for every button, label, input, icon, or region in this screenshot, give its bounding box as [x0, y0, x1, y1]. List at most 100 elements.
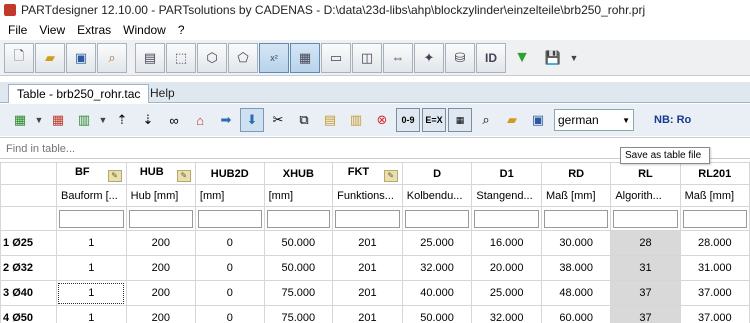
- table-cell[interactable]: 201: [332, 305, 403, 323]
- table-cell[interactable]: 20.000: [471, 255, 542, 281]
- cut-button[interactable]: ✂: [266, 108, 290, 132]
- table-cell[interactable]: 201: [332, 230, 403, 256]
- glasses-button[interactable]: ∞: [162, 108, 186, 132]
- row-header[interactable]: 4 Ø50: [0, 305, 57, 323]
- table-cell[interactable]: 0: [194, 280, 265, 306]
- table-row[interactable]: 4 Ø50 1 200 0 75.000 201 50.000 32.000 60.000 37 3…: [0, 305, 750, 323]
- table-cell[interactable]: 201: [332, 280, 403, 306]
- table-cell[interactable]: 0: [194, 230, 265, 256]
- table-cell[interactable]: 37: [610, 280, 681, 306]
- table-cell[interactable]: 200: [125, 255, 196, 281]
- table-cell[interactable]: 50.000: [263, 230, 334, 256]
- column-filter-input[interactable]: [544, 209, 609, 228]
- column-filter-input[interactable]: [58, 209, 124, 228]
- export-button[interactable]: 💾: [538, 43, 568, 73]
- table-row[interactable]: 1 Ø25 1 200 0 50.000 201 25.000 16.000 30.000 28 2…: [0, 230, 750, 256]
- column-filter-input[interactable]: [197, 209, 262, 228]
- insert-column-dropdown[interactable]: ▼: [98, 115, 108, 125]
- 2d-button[interactable]: ⬚: [166, 42, 196, 73]
- sketch-button[interactable]: ▤: [135, 42, 165, 73]
- table-cell[interactable]: 1: [55, 280, 127, 306]
- search-button[interactable]: ⌕: [97, 42, 127, 73]
- column-header-hub[interactable]: HUB ✎: [125, 162, 196, 185]
- table-cell[interactable]: 1: [55, 255, 127, 281]
- frame-button[interactable]: ◫: [352, 42, 382, 73]
- view-button[interactable]: ▭: [321, 42, 351, 73]
- open-table-button[interactable]: ▰: [500, 108, 524, 132]
- table-cell[interactable]: 25.000: [471, 280, 542, 306]
- table-cell[interactable]: 31.000: [679, 255, 750, 281]
- shape-button[interactable]: ⬠: [228, 42, 258, 73]
- insert-column-button[interactable]: ▥: [72, 108, 96, 132]
- language-select[interactable]: german ▼: [554, 109, 634, 131]
- green-triangle-button[interactable]: ▼: [507, 43, 537, 73]
- column-filter-input[interactable]: [335, 209, 400, 228]
- export-dropdown-arrow[interactable]: ▼: [569, 53, 579, 63]
- menu-extras[interactable]: Extras: [71, 23, 117, 37]
- table-cell[interactable]: 28: [610, 230, 681, 256]
- move-down-button[interactable]: ⇣: [136, 108, 160, 132]
- table-cell[interactable]: 16.000: [471, 230, 542, 256]
- table-cell[interactable]: 37: [610, 305, 681, 323]
- table-cell[interactable]: 40.000: [401, 280, 473, 306]
- 3d-button[interactable]: ⬡: [197, 42, 227, 73]
- table-cell[interactable]: 25.000: [401, 230, 473, 256]
- table-cell[interactable]: 37.000: [679, 280, 750, 306]
- table-cell[interactable]: 75.000: [263, 305, 334, 323]
- menu-help[interactable]: ?: [172, 23, 191, 37]
- open-folder-button[interactable]: ▰: [35, 42, 65, 73]
- pencil-icon[interactable]: ✎: [383, 169, 398, 182]
- column-header-d1[interactable]: D1: [471, 162, 542, 185]
- hierarchy-button[interactable]: ⌂: [188, 108, 212, 132]
- table-cell[interactable]: 50.000: [263, 255, 334, 281]
- table-cell[interactable]: 0: [194, 255, 265, 281]
- new-document-button[interactable]: 🗋: [4, 42, 34, 73]
- database-button[interactable]: ⛁: [445, 42, 475, 73]
- table-cell[interactable]: 37.000: [679, 305, 750, 323]
- pencil-icon[interactable]: ✎: [107, 169, 122, 182]
- row-header[interactable]: 1 Ø25: [0, 230, 57, 256]
- table-cell[interactable]: 200: [125, 280, 196, 306]
- insert-row-button[interactable]: ▦: [8, 108, 32, 132]
- column-header-hub2d[interactable]: HUB2D: [194, 162, 265, 185]
- table-button[interactable]: ▦: [290, 42, 320, 73]
- copy-button[interactable]: ⧉: [292, 108, 316, 132]
- table-cell[interactable]: 1: [55, 305, 127, 323]
- column-header-bf[interactable]: BF ✎: [55, 162, 127, 185]
- xyz-button[interactable]: x²: [259, 42, 289, 73]
- column-filter-input[interactable]: [128, 209, 193, 228]
- column-filter-input[interactable]: [404, 209, 470, 228]
- menu-window[interactable]: Window: [117, 23, 172, 37]
- measure-button[interactable]: ⇔: [383, 42, 413, 73]
- tab-help[interactable]: Help: [142, 84, 183, 103]
- table-cell[interactable]: 38.000: [540, 255, 612, 281]
- paste-special-button[interactable]: ▥: [344, 108, 368, 132]
- table-cell[interactable]: 32.000: [471, 305, 542, 323]
- grid-button[interactable]: ▦: [448, 108, 472, 132]
- save-as-table-button[interactable]: ▣: [526, 108, 550, 132]
- tab-table[interactable]: Table - brb250_rohr.tac: [8, 84, 150, 103]
- find-in-table-input[interactable]: [6, 140, 606, 157]
- menu-file[interactable]: File: [2, 23, 33, 37]
- move-up-button[interactable]: ⇡: [110, 108, 134, 132]
- table-row[interactable]: 2 Ø32 1 200 0 50.000 201 32.000 20.000 38.000 31 3…: [0, 255, 750, 281]
- equals-button[interactable]: E=X: [422, 108, 446, 132]
- column-filter-input[interactable]: [682, 209, 747, 228]
- table-cell[interactable]: 0: [194, 305, 265, 323]
- delete-button[interactable]: ⊗: [370, 108, 394, 132]
- table-cell[interactable]: 31: [610, 255, 681, 281]
- column-header-d[interactable]: D: [401, 162, 473, 185]
- table-row[interactable]: 3 Ø40 1 200 0 75.000 201 40.000 25.000 48.000 37 3…: [0, 280, 750, 306]
- table-cell[interactable]: 28.000: [679, 230, 750, 256]
- id-button[interactable]: ID: [476, 42, 506, 73]
- table-cell[interactable]: 200: [125, 305, 196, 323]
- column-filter-input[interactable]: [613, 209, 678, 228]
- table-cell[interactable]: 201: [332, 255, 403, 281]
- column-header-rd[interactable]: RD: [540, 162, 612, 185]
- table-cell[interactable]: 60.000: [540, 305, 612, 323]
- column-filter-input[interactable]: [266, 209, 331, 228]
- table-cell[interactable]: 48.000: [540, 280, 612, 306]
- wand-button[interactable]: ✦: [414, 42, 444, 73]
- delete-row-button[interactable]: ▦: [46, 108, 70, 132]
- table-cell[interactable]: 32.000: [401, 255, 473, 281]
